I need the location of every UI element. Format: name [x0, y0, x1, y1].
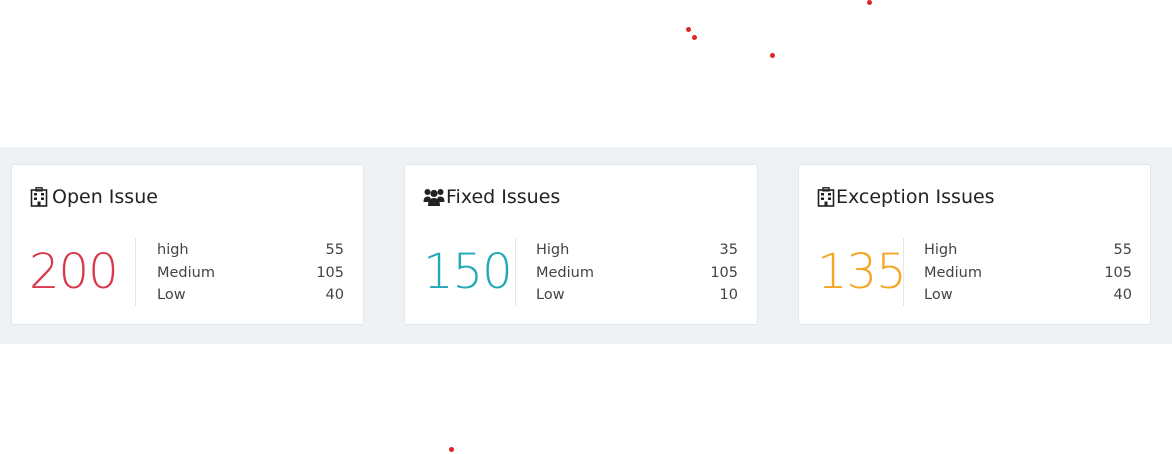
divider — [903, 238, 904, 306]
card-header: Open Issue — [30, 185, 158, 209]
severity-value: 105 — [710, 264, 738, 281]
fixed-issues-card[interactable]: Fixed Issues 150 High 35 Medium 105 Low … — [404, 164, 758, 325]
severity-label: Medium — [924, 264, 982, 281]
red-dot — [692, 35, 697, 40]
severity-label: Medium — [536, 264, 594, 281]
severity-label: Low — [924, 287, 953, 303]
severity-row-low: Low 10 — [536, 284, 738, 307]
building-icon — [30, 187, 48, 207]
users-icon — [423, 187, 445, 207]
severity-row-high: high 55 — [157, 239, 344, 262]
severity-row-high: High 55 — [924, 239, 1132, 262]
page: Open Issue 200 high 55 Medium 105 Low 40 — [0, 0, 1172, 454]
severity-row-low: Low 40 — [157, 284, 344, 307]
red-dot — [449, 447, 454, 452]
exception-issues-card[interactable]: Exception Issues 135 High 55 Medium 105 … — [798, 164, 1151, 325]
total-count: 150 — [423, 244, 513, 300]
card-title: Exception Issues — [836, 186, 995, 208]
severity-row-high: High 35 — [536, 239, 738, 262]
severity-list: high 55 Medium 105 Low 40 — [157, 239, 344, 307]
severity-row-medium: Medium 105 — [924, 262, 1132, 285]
card-header: Exception Issues — [817, 185, 995, 209]
severity-label: High — [924, 242, 958, 258]
severity-value: 55 — [1113, 242, 1132, 258]
severity-row-medium: Medium 105 — [157, 262, 344, 285]
total-count: 200 — [29, 244, 119, 300]
severity-label: high — [157, 242, 189, 258]
card-title: Open Issue — [52, 186, 158, 208]
severity-label: Low — [536, 287, 565, 303]
severity-value: 105 — [316, 264, 344, 281]
severity-value: 40 — [1113, 287, 1132, 303]
severity-value: 55 — [325, 242, 344, 258]
severity-row-low: Low 40 — [924, 284, 1132, 307]
severity-value: 10 — [719, 287, 738, 303]
severity-value: 35 — [719, 242, 738, 258]
severity-label: High — [536, 242, 570, 258]
severity-list: High 35 Medium 105 Low 10 — [536, 239, 738, 307]
severity-list: High 55 Medium 105 Low 40 — [924, 239, 1132, 307]
severity-label: Low — [157, 287, 186, 303]
severity-value: 105 — [1104, 264, 1132, 281]
severity-value: 40 — [325, 287, 344, 303]
open-issue-card[interactable]: Open Issue 200 high 55 Medium 105 Low 40 — [11, 164, 364, 325]
severity-label: Medium — [157, 264, 215, 281]
total-count: 135 — [817, 244, 907, 300]
red-dot — [867, 0, 872, 5]
divider — [135, 238, 136, 306]
red-dot — [686, 27, 691, 32]
severity-row-medium: Medium 105 — [536, 262, 738, 285]
building-icon — [817, 187, 835, 207]
card-header: Fixed Issues — [423, 185, 560, 209]
divider — [515, 238, 516, 306]
card-title: Fixed Issues — [446, 186, 561, 208]
red-dot — [770, 53, 775, 58]
